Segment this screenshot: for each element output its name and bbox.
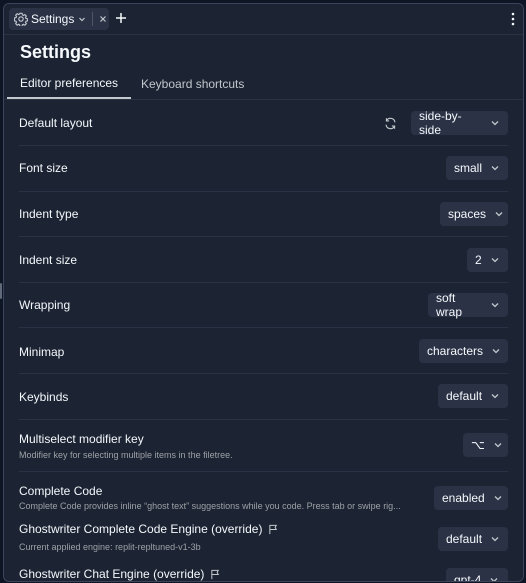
chevron-down-icon [490,534,500,544]
setting-row-complete-code: Complete Code Complete Code provides inl… [19,472,508,518]
complete-code-engine-select[interactable]: default [438,527,508,551]
select-value: side-by-side [419,109,462,137]
setting-row-keybinds: Keybinds default [19,374,508,420]
chevron-down-icon [490,163,500,173]
kebab-menu-icon[interactable] [511,12,515,26]
select-value: 2 [475,253,482,267]
chevron-down-icon [494,209,504,219]
plus-icon[interactable] [114,11,128,25]
chevron-down-icon [491,346,501,356]
indent-size-select[interactable]: 2 [467,248,508,272]
select-value: characters [427,344,484,358]
chevron-down-icon[interactable] [78,15,86,23]
chevron-down-icon [493,440,503,450]
multiselect-modifier-select[interactable]: ⌥ [463,433,508,457]
setting-row-indent-type: Indent type spaces [19,192,508,237]
setting-label-text: Ghostwriter Chat Engine (override) [19,567,205,581]
setting-row-wrapping: Wrapping soft wrap [19,283,508,328]
setting-label: Ghostwriter Complete Code Engine (overri… [19,522,279,536]
complete-code-select[interactable]: enabled [434,486,508,510]
setting-row-complete-code-engine: Ghostwriter Complete Code Engine (overri… [19,518,508,562]
chevron-down-icon [490,255,500,265]
setting-description: Complete Code provides inline “ghost tex… [19,501,401,511]
select-value: default [446,532,483,546]
chevron-down-icon [493,493,503,503]
chat-engine-select[interactable]: gpt-4 [446,568,508,582]
tab-keyboard-shortcuts[interactable]: Keyboard shortcuts [141,68,244,99]
chevron-down-icon [489,575,499,581]
setting-label: Font size [19,161,68,175]
chevron-down-icon [490,118,500,128]
setting-row-minimap: Minimap characters [19,328,508,374]
setting-row-indent-size: Indent size 2 [19,237,508,283]
select-value: gpt-4 [454,573,482,582]
indent-type-select[interactable]: spaces [440,202,508,226]
setting-label: Wrapping [19,298,71,312]
settings-pane: Settings Settings Editor preferences Key… [3,3,524,582]
wrapping-select[interactable]: soft wrap [428,291,508,319]
chevron-down-icon [490,391,500,401]
gear-icon [14,12,28,26]
setting-row-font-size: Font size small [19,146,508,192]
keybinds-select[interactable]: default [438,384,508,408]
select-value: default [446,389,483,403]
select-value: enabled [442,491,485,505]
page-title: Settings [20,42,92,62]
setting-label: Indent size [19,253,78,267]
pane-resize-handle[interactable] [0,283,2,299]
setting-row-chat-engine: Ghostwriter Chat Engine (override) gpt-4 [19,562,508,582]
setting-row-multiselect-modifier: Multiselect modifier key Modifier key fo… [19,420,508,472]
font-size-select[interactable]: small [446,156,508,180]
minimap-select[interactable]: characters [419,339,508,363]
setting-label: Complete Code [19,484,103,498]
tab-editor-preferences[interactable]: Editor preferences [7,68,132,99]
setting-label: Keybinds [19,390,69,404]
close-icon[interactable] [99,15,107,23]
tab-divider [92,12,94,26]
settings-tab[interactable]: Settings [9,8,109,30]
setting-label: Ghostwriter Chat Engine (override) [19,567,221,581]
select-value: ⌥ [471,438,485,452]
setting-row-default-layout: Default layout side-by-side [19,100,508,146]
setting-label-text: Ghostwriter Complete Code Engine (overri… [19,522,263,536]
tab-bar: Settings [4,4,523,35]
refresh-icon[interactable] [384,117,397,130]
tab-label: Settings [31,12,75,26]
setting-description: Modifier key for selecting multiple item… [19,450,233,460]
select-value: spaces [448,207,487,221]
setting-label: Multiselect modifier key [19,432,144,446]
setting-description: Current applied engine: replit-repltuned… [19,542,201,552]
flag-icon[interactable] [268,524,279,535]
flag-icon[interactable] [210,569,221,580]
chevron-down-icon [490,300,500,310]
select-value: soft wrap [436,291,463,319]
setting-label: Default layout [19,116,93,130]
select-value: small [454,161,483,175]
setting-label: Minimap [19,345,65,359]
settings-tabs: Editor preferences Keyboard shortcuts [4,68,523,100]
setting-label: Indent type [19,207,79,221]
default-layout-select[interactable]: side-by-side [411,109,508,137]
